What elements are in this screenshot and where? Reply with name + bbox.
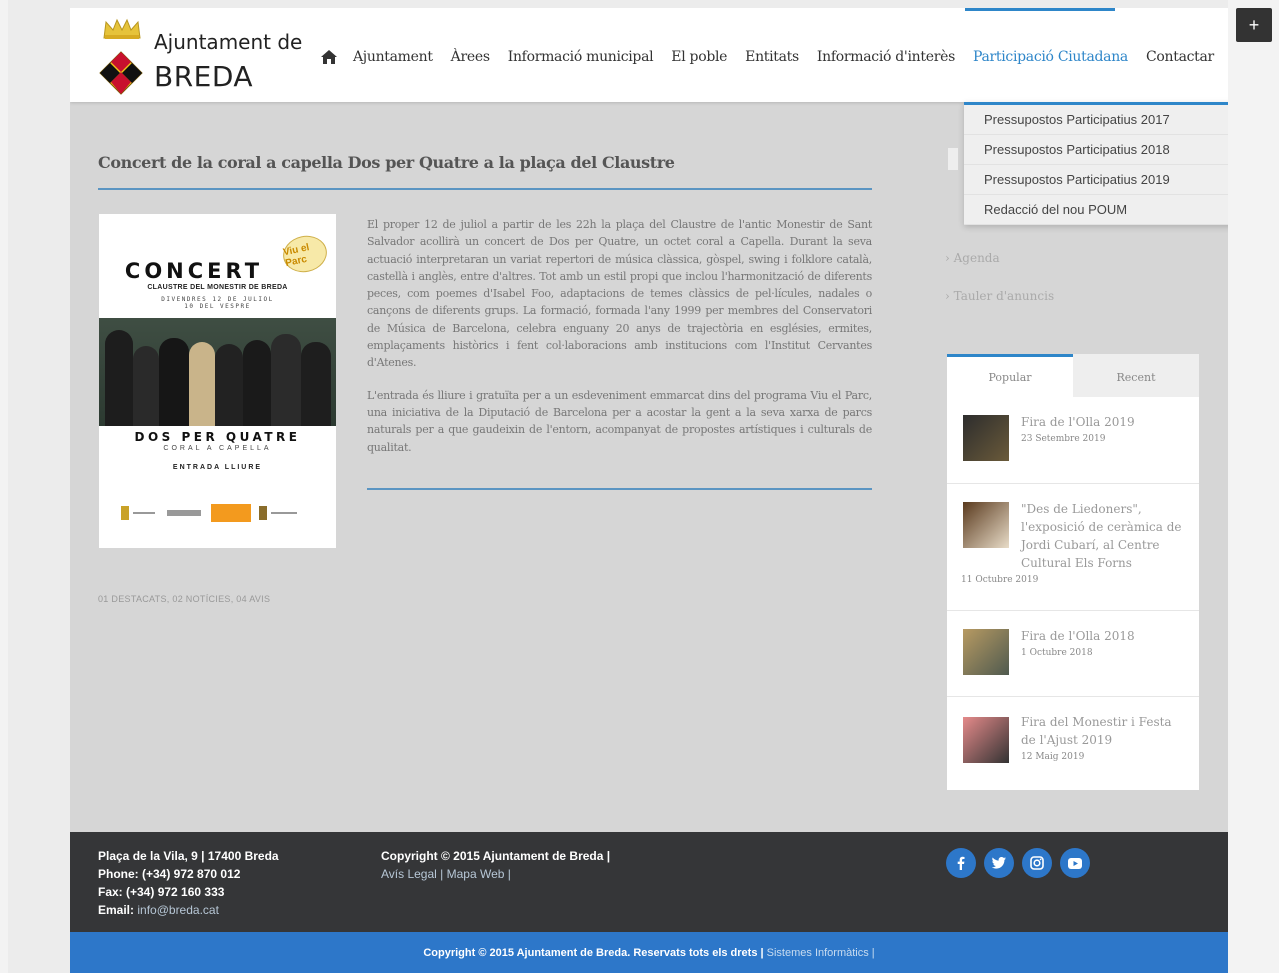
poster-group-name: DOS PER QUATRE xyxy=(134,430,301,444)
poster-entry: ENTRADA LLIURE xyxy=(172,464,263,471)
poster-date-text: DIVENDRES 12 DE JULIOL xyxy=(161,296,274,303)
post-date: 11 Octubre 2019 xyxy=(961,575,1039,585)
twitter-icon[interactable] xyxy=(984,848,1014,878)
footer-contact: Plaça de la Vila, 9 | 17400 Breda Phone:… xyxy=(98,847,279,919)
widget-tabs: Popular Recent xyxy=(947,354,1199,397)
nav-informacio-municipal[interactable]: Informació municipal xyxy=(508,49,654,65)
crown-icon xyxy=(103,18,141,39)
post-thumbnail xyxy=(963,629,1009,675)
dropdown-item-pressupostos-2017[interactable]: Pressupostos Participatius 2017 xyxy=(964,105,1228,135)
singer-figure xyxy=(105,330,133,426)
post-tags[interactable]: 01 DESTACATS, 02 NOTÍCIES, 04 AVIS xyxy=(98,594,270,604)
footer-email-link[interactable]: info@breda.cat xyxy=(137,903,219,917)
active-nav-indicator xyxy=(965,8,1115,11)
nav-contactar[interactable]: Contactar xyxy=(1146,49,1214,65)
footer-email-label: Email: xyxy=(98,903,135,917)
bottom-copyright: Copyright © 2015 Ajuntament de Breda. Re… xyxy=(423,946,764,959)
post-thumbnail xyxy=(963,415,1009,461)
dropdown-item-pressupostos-2019[interactable]: Pressupostos Participatius 2019 xyxy=(964,165,1228,195)
footer: Plaça de la Vila, 9 | 17400 Breda Phone:… xyxy=(70,832,1228,932)
youtube-icon[interactable] xyxy=(1060,848,1090,878)
singer-figure xyxy=(243,340,271,426)
chevron-right-icon: › xyxy=(945,289,954,303)
post-thumbnail xyxy=(963,717,1009,763)
poster-group-sub: CORAL A CAPELLA xyxy=(163,445,272,452)
dropdown-item-pressupostos-2018[interactable]: Pressupostos Participatius 2018 xyxy=(964,135,1228,165)
post-date: 23 Setembre 2019 xyxy=(1021,434,1106,444)
footer-copyright: Copyright © 2015 Ajuntament de Breda | A… xyxy=(381,847,610,883)
singer-figure xyxy=(301,342,331,426)
posts-tabs-widget: Popular Recent Fira de l'Olla 2019 23 Se… xyxy=(947,354,1199,790)
nav-participacio-ciutadana[interactable]: Participació Ciutadana xyxy=(973,49,1128,65)
footer-fax: Fax: (+34) 972 160 333 xyxy=(98,885,225,899)
title-divider xyxy=(98,188,872,190)
poster-photo xyxy=(99,318,336,426)
post-body: El proper 12 de juliol a partir de les 2… xyxy=(367,216,872,471)
nav-entitats[interactable]: Entitats xyxy=(745,49,799,65)
concert-poster-image[interactable]: CONCERT Viu el Parc CLAUSTRE DEL MONESTI… xyxy=(99,214,336,548)
post-date: 1 Octubre 2018 xyxy=(1021,648,1093,658)
site-logo[interactable]: Ajuntament de BREDA xyxy=(98,16,302,96)
header: Ajuntament de BREDA Ajuntament Àrees Inf… xyxy=(70,8,1228,102)
nav-arees[interactable]: Àrees xyxy=(451,49,490,65)
tab-recent[interactable]: Recent xyxy=(1073,354,1199,397)
post-date: 12 Maig 2019 xyxy=(1021,752,1085,762)
sidebar-link-agenda[interactable]: › Agenda xyxy=(945,251,1000,265)
post-link[interactable]: Fira del Monestir i Festa de l'Ajust 201… xyxy=(1021,713,1185,749)
logo-line-1: Ajuntament de xyxy=(154,30,303,54)
post-title: Concert de la coral a capella Dos per Qu… xyxy=(98,153,675,172)
list-item[interactable]: Fira de l'Olla 2018 1 Octubre 2018 xyxy=(947,611,1199,697)
plus-toggle-button[interactable]: + xyxy=(1236,8,1272,42)
list-item[interactable]: Fira del Monestir i Festa de l'Ajust 201… xyxy=(947,697,1199,787)
chevron-right-icon: › xyxy=(945,251,954,265)
post-paragraph: L'entrada és lliure i gratuïta per a un … xyxy=(367,388,872,454)
footer-email-row: Email: info@breda.cat xyxy=(98,901,279,919)
list-item[interactable]: Fira de l'Olla 2019 23 Setembre 2019 xyxy=(947,397,1199,484)
sidebar-search-stub xyxy=(948,148,958,170)
bottom-link-sistemes[interactable]: Sistemes Informàtics | xyxy=(767,947,875,959)
sidebar-link-tauler-label: Tauler d'anuncis xyxy=(953,289,1055,303)
instagram-icon[interactable] xyxy=(1022,848,1052,878)
poster-time-text: 10 DEL VESPRE xyxy=(184,303,251,310)
sidebar-link-agenda-label: Agenda xyxy=(953,251,1000,265)
singer-figure xyxy=(215,344,243,426)
sponsor-logos xyxy=(121,504,297,522)
singer-figure xyxy=(189,342,215,426)
list-item[interactable]: "Des de Liedoners", l'exposició de ceràm… xyxy=(947,484,1199,611)
poster-subheading: CLAUSTRE DEL MONESTIR DE BREDA xyxy=(147,284,288,291)
poster-date: DIVENDRES 12 DE JULIOL 10 DEL VESPRE xyxy=(99,296,336,310)
post-paragraph: El proper 12 de juliol a partir de les 2… xyxy=(367,218,872,370)
page: Ajuntament de BREDA Ajuntament Àrees Inf… xyxy=(70,8,1228,973)
post-thumbnail xyxy=(963,502,1009,548)
post-link[interactable]: "Des de Liedoners", l'exposició de ceràm… xyxy=(1021,500,1185,572)
main-navigation: Ajuntament Àrees Informació municipal El… xyxy=(315,46,1228,68)
post-link[interactable]: Fira de l'Olla 2019 xyxy=(1021,413,1185,431)
singer-figure xyxy=(159,338,189,426)
singer-figure xyxy=(133,346,159,426)
tab-popular[interactable]: Popular xyxy=(947,357,1073,397)
footer-copyright-text: Copyright © 2015 Ajuntament de Breda | xyxy=(381,849,611,863)
nav-ajuntament[interactable]: Ajuntament xyxy=(353,49,433,65)
bottom-bar: Copyright © 2015 Ajuntament de Breda. Re… xyxy=(70,932,1228,973)
facebook-icon[interactable] xyxy=(946,848,976,878)
nav-informacio-interes[interactable]: Informació d'interès xyxy=(817,49,955,65)
footer-address: Plaça de la Vila, 9 | 17400 Breda xyxy=(98,849,279,863)
participacio-dropdown-menu: Pressupostos Participatius 2017 Pressupo… xyxy=(964,102,1228,225)
poster-heading: CONCERT xyxy=(124,259,264,283)
sidebar-link-tauler[interactable]: › Tauler d'anuncis xyxy=(945,289,1054,303)
dropdown-item-poum[interactable]: Redacció del nou POUM xyxy=(964,195,1228,225)
footer-phone: Phone: (+34) 972 870 012 xyxy=(98,867,241,881)
post-link[interactable]: Fira de l'Olla 2018 xyxy=(1021,627,1185,645)
body-divider xyxy=(367,488,872,490)
coat-of-arms-icon xyxy=(99,51,143,95)
nav-el-poble[interactable]: El poble xyxy=(671,49,727,65)
footer-legal-links[interactable]: Avís Legal | Mapa Web | xyxy=(381,865,610,883)
home-icon[interactable] xyxy=(315,46,343,68)
logo-line-2: BREDA xyxy=(154,60,254,93)
singer-figure xyxy=(271,334,301,426)
